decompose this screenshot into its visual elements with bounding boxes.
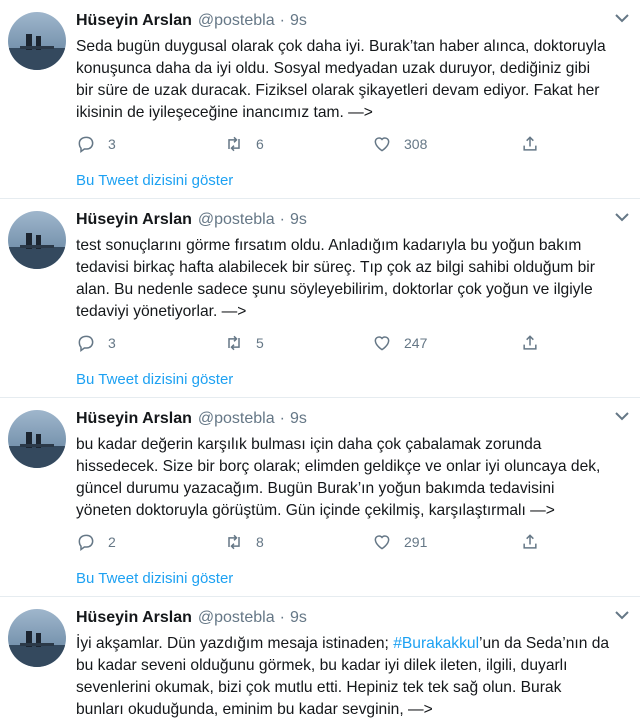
like-button[interactable]: 291 — [372, 530, 427, 554]
tweet[interactable]: Hüseyin Arslan @postebla · 9s İyi akşaml… — [0, 605, 640, 725]
tweet-text-line: bunları okuduğunda, eminim bu kadar sevg… — [76, 701, 433, 718]
separator-dot: · — [279, 211, 285, 228]
share-icon — [523, 136, 537, 151]
tweet-text: İyi akşamlar. Dün yazdığım mesaja istina… — [76, 633, 632, 721]
tweet-header: Hüseyin Arslan @postebla · 9s — [76, 410, 307, 434]
reply-button[interactable]: 3 — [76, 132, 116, 156]
share-button[interactable] — [520, 530, 552, 554]
share-icon — [523, 534, 537, 549]
retweet-button[interactable]: 6 — [224, 132, 264, 156]
retweet-icon — [228, 534, 240, 550]
timestamp[interactable]: 9s — [290, 12, 307, 30]
retweet-icon — [228, 335, 240, 351]
retweet-count: 6 — [256, 136, 264, 152]
like-count: 247 — [404, 335, 428, 351]
show-thread-link[interactable]: Bu Tweet dizisini göster — [76, 172, 233, 189]
heart-icon — [374, 336, 390, 351]
separator-dot: · — [279, 410, 285, 427]
chevron-down-icon[interactable] — [612, 209, 632, 225]
chevron-down-icon[interactable] — [612, 607, 632, 623]
retweet-button[interactable]: 8 — [224, 530, 264, 554]
author-handle[interactable]: @postebla — [198, 12, 275, 30]
tweet-text-line: sevenlerini okumak, bizi çok mutlu etti.… — [76, 679, 562, 696]
author-handle[interactable]: @postebla — [198, 609, 275, 627]
tweet-text-line: ikisinin de iyileşeceğine inancımız tam.… — [76, 104, 373, 121]
author-handle[interactable]: @postebla — [198, 410, 275, 428]
hashtag-link[interactable]: #Burakakkul — [393, 635, 479, 652]
divider — [0, 397, 640, 398]
separator-dot: · — [279, 609, 285, 626]
tweet-text-line: konuşunca daha da iyi oldu. Sosyal medya… — [76, 60, 591, 77]
tweet-text-line: yöneten doktoruyla görüştüm. Gün içinde … — [76, 502, 555, 519]
chevron-down-icon[interactable] — [612, 10, 632, 26]
reply-button[interactable]: 2 — [76, 530, 116, 554]
tweet-text-line: tedaviyi yönetiyorlar. —> — [76, 303, 247, 320]
tweet-actions: 3 5 247 — [76, 331, 546, 355]
tweet[interactable]: Hüseyin Arslan @postebla · 9s Seda bugün… — [0, 8, 640, 198]
tweet-text-line: güncel durumu yazacağım. Bugün Burak’ın … — [76, 480, 555, 497]
reply-count: 2 — [108, 534, 116, 550]
tweet-header: Hüseyin Arslan @postebla · 9s — [76, 12, 307, 36]
tweet-text: test sonuçlarını görme fırsatım oldu. An… — [76, 235, 632, 323]
tweet-text-line: tedavisi birkaç hafta alabilecek bir sür… — [76, 259, 595, 276]
timestamp[interactable]: 9s — [290, 211, 307, 229]
retweet-button[interactable]: 5 — [224, 331, 264, 355]
separator-dot: · — [279, 12, 285, 29]
tweet-text-line: bir süre de uzak duracak. Fiziksel olara… — [76, 82, 600, 99]
author-name[interactable]: Hüseyin Arslan — [76, 410, 192, 428]
retweet-icon — [228, 136, 240, 152]
timestamp[interactable]: 9s — [290, 410, 307, 428]
show-thread-link[interactable]: Bu Tweet dizisini göster — [76, 371, 233, 388]
author-name[interactable]: Hüseyin Arslan — [76, 211, 192, 229]
author-handle[interactable]: @postebla — [198, 211, 275, 229]
reply-icon — [78, 335, 94, 352]
tweet-header: Hüseyin Arslan @postebla · 9s — [76, 211, 307, 235]
share-button[interactable] — [520, 132, 552, 156]
retweet-count: 8 — [256, 534, 264, 550]
author-name[interactable]: Hüseyin Arslan — [76, 12, 192, 30]
tweet-text-line: Seda bugün duygusal olarak çok daha iyi.… — [76, 38, 606, 55]
avatar[interactable] — [8, 410, 66, 468]
tweet-text-line: bu kadar değerin karşılık bulması için d… — [76, 436, 542, 453]
tweet-text: Seda bugün duygusal olarak çok daha iyi.… — [76, 36, 632, 124]
timestamp[interactable]: 9s — [290, 609, 307, 627]
reply-button[interactable]: 3 — [76, 331, 116, 355]
tweet-text-segment: ’un da Seda’nın da — [479, 635, 610, 652]
tweet-actions: 2 8 291 — [76, 530, 546, 554]
heart-icon — [374, 535, 390, 550]
share-button[interactable] — [520, 331, 552, 355]
divider — [0, 596, 640, 597]
share-icon — [523, 335, 537, 350]
tweet[interactable]: Hüseyin Arslan @postebla · 9s bu kadar d… — [0, 406, 640, 596]
avatar[interactable] — [8, 12, 66, 70]
like-button[interactable]: 308 — [372, 132, 427, 156]
avatar[interactable] — [8, 609, 66, 667]
author-name[interactable]: Hüseyin Arslan — [76, 609, 192, 627]
tweet-actions: 3 6 308 — [76, 132, 546, 156]
tweet-text: bu kadar değerin karşılık bulması için d… — [76, 434, 632, 522]
like-count: 308 — [404, 136, 428, 152]
tweet-text-line: test sonuçlarını görme fırsatım oldu. An… — [76, 237, 582, 254]
tweet-text-line: hissedecek. Size bir borç olarak; elimde… — [76, 458, 601, 475]
tweet-text-segment: İyi akşamlar. Dün yazdığım mesaja istina… — [76, 635, 394, 652]
divider — [0, 198, 640, 199]
tweet-text-line: İyi akşamlar. Dün yazdığım mesaja istina… — [76, 633, 632, 655]
like-button[interactable]: 247 — [372, 331, 427, 355]
reply-icon — [78, 534, 94, 551]
show-thread-link[interactable]: Bu Tweet dizisini göster — [76, 570, 233, 587]
retweet-count: 5 — [256, 335, 264, 351]
reply-count: 3 — [108, 136, 116, 152]
tweet-text-line: alan. Bu nedenle sadece şunu söyleyebili… — [76, 281, 593, 298]
reply-icon — [78, 136, 94, 153]
chevron-down-icon[interactable] — [612, 408, 632, 424]
reply-count: 3 — [108, 335, 116, 351]
avatar[interactable] — [8, 211, 66, 269]
heart-icon — [374, 137, 390, 152]
tweet-header: Hüseyin Arslan @postebla · 9s — [76, 609, 307, 633]
like-count: 291 — [404, 534, 428, 550]
tweet[interactable]: Hüseyin Arslan @postebla · 9s test sonuç… — [0, 207, 640, 397]
tweet-text-line: bu kadar seveni olduğunu görmek, bu kada… — [76, 657, 568, 674]
